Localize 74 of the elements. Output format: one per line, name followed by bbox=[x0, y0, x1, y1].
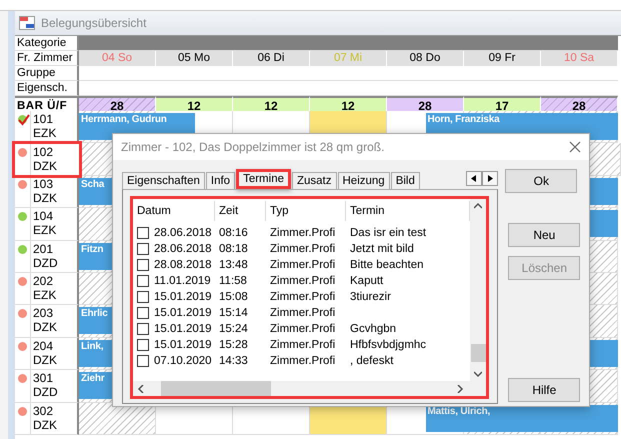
type-cell-text: Zimmer.Profi bbox=[269, 306, 336, 321]
type-cell-text: Zimmer.Profi bbox=[269, 322, 336, 337]
note-cell-text: Das isr ein test bbox=[349, 226, 428, 241]
time-cell-text: 13:48 bbox=[218, 258, 249, 273]
type-cell-text: Zimmer.Profi bbox=[269, 242, 336, 257]
note-cell-text: Jetzt mit bild bbox=[349, 242, 415, 257]
time-cell-text: 15:28 bbox=[218, 338, 249, 353]
time-cell-text: 15:24 bbox=[218, 322, 249, 337]
room-number: 301 bbox=[33, 371, 54, 386]
note-cell-text: 3tiurezir bbox=[349, 290, 392, 305]
type-cell-text: Zimmer.Profi bbox=[269, 354, 336, 369]
date-text: 28.08.2018 bbox=[154, 258, 212, 273]
note-cell-text: , defeskt bbox=[349, 354, 394, 369]
guest-name: Link, bbox=[81, 340, 104, 352]
guest-name: Herrmann, Gudrun bbox=[81, 114, 167, 125]
room-type: EZK bbox=[33, 126, 56, 140]
time-cell-text: 08:16 bbox=[218, 226, 249, 241]
time-cell-text: 15:14 bbox=[218, 306, 249, 321]
date-text: 07.10.2020 bbox=[154, 354, 212, 369]
room-type: EZK bbox=[33, 288, 56, 302]
day-header: 08 Do bbox=[387, 51, 464, 66]
room-type: DZK bbox=[33, 418, 57, 432]
room-type: DZK bbox=[33, 159, 57, 174]
guest-name: Ehrlic bbox=[81, 308, 108, 320]
date-text: 15.01.2019 bbox=[154, 290, 212, 305]
room-number: 202 bbox=[33, 274, 54, 288]
note-cell-text: Bitte beachten bbox=[349, 258, 425, 273]
guest-name: Scha bbox=[81, 178, 104, 190]
date-text: 11.01.2019 bbox=[154, 274, 211, 289]
time-cell-text: 08:18 bbox=[218, 242, 249, 257]
type-cell-text: Zimmer.Profi bbox=[269, 338, 336, 353]
guest-name: Mattis, Ulrich, bbox=[428, 406, 490, 417]
room-type: DZD bbox=[33, 256, 58, 270]
type-cell-text: Zimmer.Profi bbox=[269, 290, 336, 305]
room-number: 302 bbox=[33, 404, 54, 418]
type-cell-text: Zimmer.Profi bbox=[269, 226, 336, 241]
room-number: 103 bbox=[33, 176, 54, 191]
room-number: 204 bbox=[33, 338, 54, 353]
guest-name: Horn, Franziska bbox=[428, 114, 500, 125]
guest-name: Ziehr bbox=[81, 373, 104, 384]
row-label: Eigensch. bbox=[15, 81, 79, 96]
day-header: 07 Mi bbox=[310, 51, 387, 66]
day-header: 06 Di bbox=[233, 51, 310, 66]
time-cell-text: 14:33 bbox=[218, 354, 249, 369]
type-cell-text: Zimmer.Profi bbox=[269, 274, 336, 289]
dialog-title: Zimmer - 102, Das Doppelzimmer ist 28 qm groß. bbox=[121, 140, 384, 154]
room-type: EZK bbox=[33, 223, 56, 238]
date-text: 28.06.2018 bbox=[154, 226, 212, 241]
window-title: Belegungsübersicht bbox=[41, 16, 146, 30]
day-header: 09 Fr bbox=[464, 51, 541, 66]
guest-name: Fitzn bbox=[81, 244, 104, 255]
date-text: 15.01.2019 bbox=[154, 338, 212, 353]
time-cell-text: 11:58 bbox=[218, 274, 248, 289]
room-type: DZK bbox=[33, 320, 57, 334]
row-label: Gruppe bbox=[15, 66, 79, 81]
room-number: 203 bbox=[33, 306, 54, 320]
day-header: 05 Mo bbox=[156, 51, 233, 66]
date-text: 15.01.2019 bbox=[154, 306, 212, 321]
room-number: 201 bbox=[33, 242, 54, 256]
date-text: 28.06.2018 bbox=[154, 242, 212, 257]
day-header: 04 So bbox=[79, 51, 156, 66]
room-number: 101 bbox=[33, 112, 54, 126]
note-cell-text: Hfbfsvbdjgmhc bbox=[349, 338, 428, 353]
room-number: 102 bbox=[33, 145, 54, 160]
day-header: 10 Sa bbox=[541, 51, 618, 66]
date-text: 15.01.2019 bbox=[154, 322, 212, 337]
type-cell-text: Zimmer.Profi bbox=[269, 258, 336, 273]
room-type: DZD bbox=[33, 385, 58, 400]
room-type: DZK bbox=[33, 190, 57, 205]
room-type: DZK bbox=[33, 352, 57, 367]
note-cell-text: Kaputt bbox=[349, 274, 384, 289]
room-number: 104 bbox=[33, 209, 54, 224]
time-cell-text: 15:08 bbox=[218, 290, 249, 305]
note-cell-text: Gcvhgbn bbox=[349, 322, 398, 337]
